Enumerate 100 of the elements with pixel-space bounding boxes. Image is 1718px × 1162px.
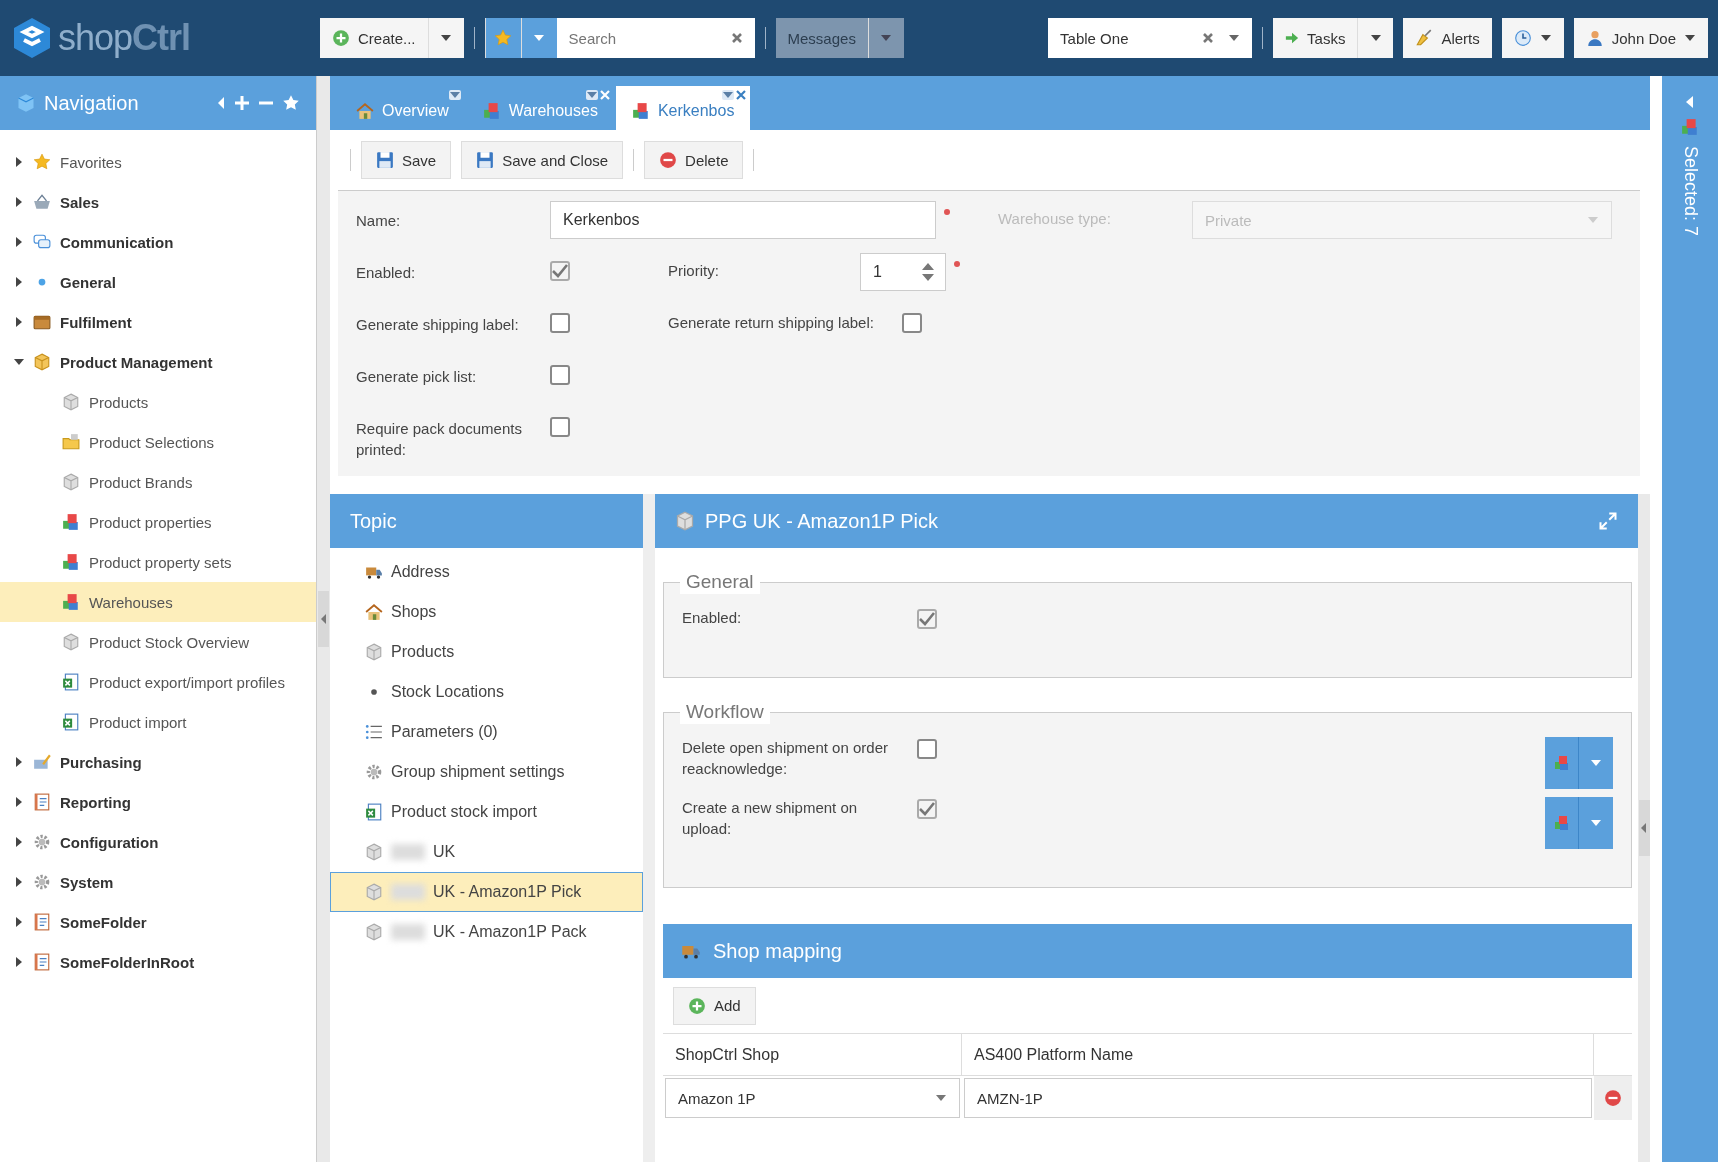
floppy-icon — [376, 151, 394, 169]
messages-button[interactable]: Messages — [775, 18, 868, 58]
collapsed-arrow-icon[interactable] — [14, 797, 24, 807]
nav-item[interactable]: SomeFolderInRoot — [0, 942, 316, 982]
collapsed-arrow-icon[interactable] — [14, 757, 24, 767]
collapsed-arrow-icon[interactable] — [14, 277, 24, 287]
nav-item[interactable]: Product import — [0, 702, 316, 742]
collapsed-arrow-icon[interactable] — [14, 157, 24, 167]
delete-button[interactable]: Delete — [644, 141, 744, 179]
tab[interactable]: Kerkenbos — [615, 86, 751, 130]
tasks-button[interactable]: Tasks — [1273, 18, 1358, 58]
name-field[interactable]: Kerkenbos — [550, 201, 937, 239]
expand-icon — [1598, 511, 1618, 531]
checkbox[interactable] — [550, 313, 570, 333]
collapse-left-icon[interactable] — [1686, 96, 1694, 108]
collapse-left-icon[interactable] — [216, 96, 226, 110]
nav-item[interactable]: Reporting — [0, 782, 316, 822]
nav-item[interactable]: Purchasing — [0, 742, 316, 782]
nav-item[interactable]: Product properties — [0, 502, 316, 542]
collapsed-arrow-icon[interactable] — [14, 957, 24, 967]
save-and-close-button[interactable]: Save and Close — [461, 141, 624, 179]
topic-item[interactable]: Group shipment settings — [330, 752, 643, 792]
tasks-dropdown-button[interactable] — [1357, 18, 1394, 58]
caret-icon — [1369, 34, 1382, 42]
clear-icon[interactable] — [730, 32, 743, 44]
cubes-icon — [631, 102, 650, 120]
checkbox[interactable] — [917, 799, 937, 819]
platform-name-field[interactable]: AMZN-1P — [964, 1078, 1592, 1118]
search-field[interactable]: Search — [556, 18, 755, 58]
nav-item[interactable]: Product Management — [0, 342, 316, 382]
plus-icon[interactable] — [234, 95, 250, 111]
collapsed-arrow-icon[interactable] — [14, 197, 24, 207]
tab-menu-icon[interactable] — [722, 90, 735, 100]
topic-item[interactable]: UK - Amazon1P Pack — [330, 912, 643, 952]
nav-item[interactable]: Warehouses — [0, 582, 316, 622]
nav-item[interactable]: Products — [0, 382, 316, 422]
checkbox[interactable] — [917, 609, 937, 629]
logo-text: shopCtrl — [58, 17, 191, 59]
nav-item[interactable]: Product export/import profiles — [0, 662, 316, 702]
splitter-handle[interactable] — [1638, 800, 1650, 856]
nav-item[interactable]: Fulfilment — [0, 302, 316, 342]
field-label: Enabled: — [356, 263, 417, 283]
star-icon[interactable] — [282, 94, 300, 112]
topic-item[interactable]: Products — [330, 632, 643, 672]
nav-item[interactable]: Product Stock Overview — [0, 622, 316, 662]
topic-item[interactable]: Parameters (0) — [330, 712, 643, 752]
nav-item[interactable]: Communication — [0, 222, 316, 262]
create-dropdown-button[interactable] — [427, 18, 464, 58]
add-button[interactable]: Add — [673, 986, 756, 1025]
checkbox[interactable] — [550, 365, 570, 385]
field-label: Name: — [356, 211, 402, 231]
field-label: Require pack documents printed: — [356, 419, 523, 460]
shop-select[interactable]: Amazon 1P — [665, 1078, 960, 1118]
create-button[interactable]: Create... — [320, 18, 428, 58]
nav-item[interactable]: SomeFolder — [0, 902, 316, 942]
priority-spinner[interactable]: 1 — [860, 253, 946, 291]
checkbox[interactable] — [550, 261, 570, 281]
collapsed-arrow-icon[interactable] — [14, 317, 24, 327]
topic-item[interactable]: Shops — [330, 592, 643, 632]
tab-menu-icon[interactable] — [448, 90, 461, 100]
cube-icon — [365, 923, 383, 941]
field-label: Generate return shipping label: — [668, 313, 875, 331]
topic-item[interactable]: UK — [330, 832, 643, 872]
checkbox[interactable] — [917, 739, 937, 759]
topic-item[interactable]: Stock Locations — [330, 672, 643, 712]
house-icon — [365, 603, 383, 621]
collapsed-arrow-icon[interactable] — [14, 237, 24, 247]
expanded-arrow-icon[interactable] — [14, 357, 24, 367]
user-menu-button[interactable]: John Doe — [1573, 18, 1708, 58]
field-label: Enabled: — [682, 608, 743, 628]
alerts-button[interactable]: Alerts — [1403, 18, 1492, 58]
nav-item[interactable]: Configuration — [0, 822, 316, 862]
checkbox[interactable] — [901, 313, 922, 333]
spinner-arrows-icon[interactable] — [921, 261, 935, 283]
collapsed-arrow-icon[interactable] — [14, 917, 24, 927]
nav-item[interactable]: Sales — [0, 182, 316, 222]
checkbox[interactable] — [550, 417, 570, 437]
favorites-button[interactable] — [484, 18, 521, 58]
topic-item[interactable]: Product stock import — [330, 792, 643, 832]
messages-dropdown-button[interactable] — [867, 18, 904, 58]
history-button[interactable] — [1501, 18, 1564, 58]
collapsed-arrow-icon[interactable] — [14, 877, 24, 887]
topic-item[interactable]: UK - Amazon1P Pick — [330, 872, 643, 912]
tab-menu-icon[interactable] — [585, 90, 598, 100]
cube-icon — [33, 353, 51, 371]
nav-item[interactable]: Product Brands — [0, 462, 316, 502]
save-button[interactable]: Save — [361, 141, 452, 179]
close-icon[interactable] — [736, 90, 747, 100]
nav-item[interactable]: General — [0, 262, 316, 302]
collapsed-arrow-icon[interactable] — [14, 837, 24, 847]
table-select[interactable]: Table One — [1048, 18, 1253, 58]
nav-item[interactable]: Product Selections — [0, 422, 316, 462]
clear-icon[interactable] — [1202, 32, 1215, 44]
nav-item[interactable]: Favorites — [0, 142, 316, 182]
nav-item[interactable]: Product property sets — [0, 542, 316, 582]
nav-item[interactable]: System — [0, 862, 316, 902]
topic-item[interactable]: Address — [330, 552, 643, 592]
warehouse-type-select: Private — [1192, 201, 1612, 239]
gear-icon — [33, 873, 51, 891]
splitter-handle[interactable] — [318, 591, 329, 647]
